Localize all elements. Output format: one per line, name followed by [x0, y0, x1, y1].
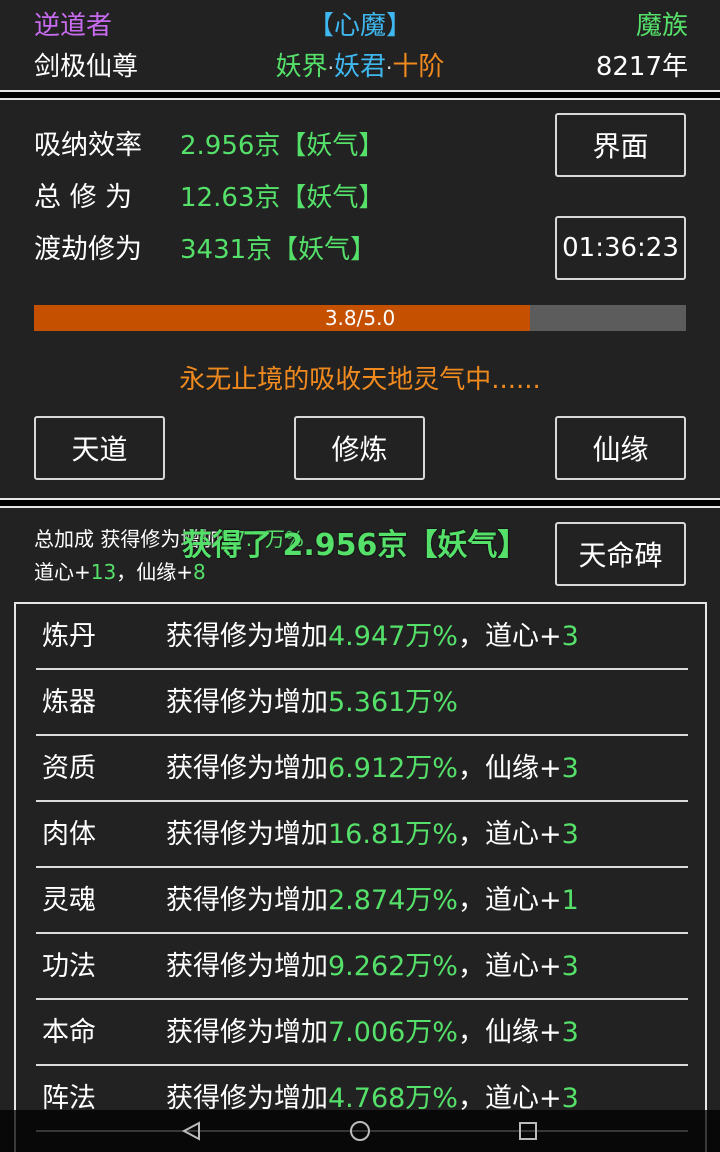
- separator: ，: [116, 560, 137, 584]
- absorb-value: 2.956京【妖气】: [180, 131, 385, 161]
- list-item[interactable]: 本命 获得修为增加7.006万%，仙缘+3: [36, 1000, 688, 1066]
- back-icon[interactable]: [181, 1121, 200, 1141]
- gain-popup-message: 获得了 2.956京【妖气】: [182, 528, 528, 563]
- interface-button[interactable]: 界面: [555, 113, 686, 177]
- list-item[interactable]: 资质 获得修为增加6.912万%，仙缘+3: [36, 736, 688, 802]
- cultivation-progress-bar: 3.8/5.0: [34, 305, 686, 331]
- realm-rank: 妖君: [333, 52, 386, 82]
- timer-display: 01:36:23: [555, 216, 686, 280]
- cultivation-panel: 吸纳效率 2.956京【妖气】 总 修 为 12.63京【妖气】 渡劫修为 34…: [0, 98, 720, 500]
- age-label: 8217年: [595, 52, 688, 82]
- header-panel: 逆道者 【心魔】 魔族 剑极仙尊 妖界·妖君·十阶 8217年: [0, 0, 720, 92]
- bonus-summary-line: 道心+13，仙缘+8: [34, 559, 206, 585]
- realm-level: 十阶: [392, 52, 445, 82]
- tiandao-button[interactable]: 天道: [34, 416, 165, 480]
- item-desc: 获得修为增加6.912万%，仙缘+3: [166, 753, 579, 784]
- faction-label: 魔族: [635, 11, 688, 41]
- daoxin-value: 13: [90, 560, 117, 584]
- item-desc: 获得修为增加7.006万%，仙缘+3: [166, 1017, 579, 1048]
- total-value: 12.63京【妖气】: [180, 183, 385, 213]
- bonus-list: 炼丹 获得修为增加4.947万%，道心+3 炼器 获得修为增加5.361万% 资…: [14, 602, 707, 1152]
- bonus-panel: 总加成 获得修为增加57.7万% 道心+13，仙缘+8 获得了 2.956京【妖…: [0, 506, 720, 1152]
- item-name: 炼器: [42, 687, 96, 718]
- absorb-label: 吸纳效率: [34, 130, 142, 161]
- daoxin-label: 道心+: [34, 560, 91, 584]
- list-item[interactable]: 功法 获得修为增加9.262万%，道心+3: [36, 934, 688, 1000]
- item-desc: 获得修为增加9.262万%，道心+3: [166, 951, 579, 982]
- nav-icons: [181, 1121, 537, 1141]
- tribulation-value: 3431京【妖气】: [180, 235, 377, 265]
- item-name: 灵魂: [42, 885, 96, 916]
- item-name: 本命: [42, 1017, 96, 1048]
- item-desc: 获得修为增加4.947万%，道心+3: [166, 621, 579, 652]
- home-icon[interactable]: [350, 1121, 370, 1141]
- list-item[interactable]: 灵魂 获得修为增加2.874万%，道心+1: [36, 868, 688, 934]
- list-item[interactable]: 炼器 获得修为增加5.361万%: [36, 670, 688, 736]
- total-label: 总 修 为: [34, 182, 133, 213]
- item-name: 炼丹: [42, 621, 96, 652]
- xiulian-button[interactable]: 修炼: [294, 416, 425, 480]
- recents-icon[interactable]: [519, 1122, 537, 1140]
- item-desc: 获得修为增加5.361万%: [166, 687, 458, 718]
- realm-world: 妖界: [275, 52, 328, 82]
- item-name: 肉体: [42, 819, 96, 850]
- item-desc: 获得修为增加16.81万%，道心+3: [166, 819, 579, 850]
- item-name: 资质: [42, 753, 96, 784]
- item-name: 功法: [42, 951, 96, 982]
- status-message: 永无止境的吸收天地灵气中......: [179, 365, 541, 395]
- state-label: 【心魔】: [307, 11, 412, 41]
- tribulation-label: 渡劫修为: [34, 234, 142, 265]
- item-desc: 获得修为增加2.874万%，道心+1: [166, 885, 579, 916]
- list-item[interactable]: 炼丹 获得修为增加4.947万%，道心+3: [36, 604, 688, 670]
- list-item[interactable]: 肉体 获得修为增加16.81万%，道心+3: [36, 802, 688, 868]
- tianmingbei-button[interactable]: 天命碑: [555, 522, 686, 586]
- xianyuan-button[interactable]: 仙缘: [555, 416, 686, 480]
- progress-text: 3.8/5.0: [324, 306, 396, 330]
- system-navigation-bar: [0, 1110, 720, 1152]
